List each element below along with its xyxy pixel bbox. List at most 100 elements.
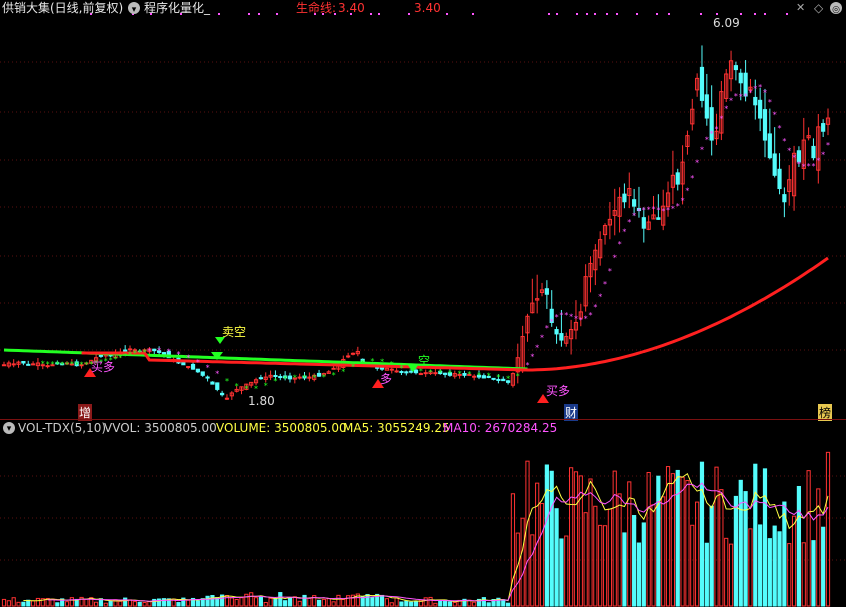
candle-body xyxy=(297,376,302,379)
volume-bar xyxy=(554,508,559,607)
star-point: * xyxy=(525,361,529,370)
star-point: * xyxy=(715,125,719,134)
star-point: * xyxy=(196,358,200,367)
volume-bar xyxy=(748,528,753,607)
volume-bar xyxy=(229,597,234,607)
star-point: * xyxy=(283,375,287,384)
volume-bar xyxy=(123,597,128,607)
candle-body xyxy=(220,392,225,396)
star-point: * xyxy=(186,354,190,363)
volume-bar xyxy=(273,598,278,607)
candle-body xyxy=(462,373,467,376)
star-point: * xyxy=(55,360,59,369)
candle-body xyxy=(98,354,104,357)
volume-bar xyxy=(234,598,239,607)
candle-body xyxy=(472,375,477,378)
ma5-value: MA5: 3055249.25 xyxy=(343,421,450,435)
volume-bar xyxy=(825,451,831,607)
star-point: * xyxy=(656,206,660,215)
volume-bar xyxy=(137,601,142,607)
volume-bar xyxy=(447,601,453,607)
candle-body xyxy=(123,349,128,352)
volume-bar xyxy=(69,597,74,607)
volume-bar xyxy=(724,537,729,607)
volume-bar xyxy=(132,601,137,607)
candle-body xyxy=(331,367,336,370)
star-point: * xyxy=(264,381,268,390)
volume-bar xyxy=(733,495,739,607)
stock-title[interactable]: 供销大集(日线,前复权) xyxy=(2,0,123,16)
volume-indicator-name[interactable]: VOL-TDX(5,10) xyxy=(18,421,106,435)
volume-bar xyxy=(656,475,661,607)
star-point: * xyxy=(254,385,258,394)
close-icon[interactable]: ✕ xyxy=(796,0,805,16)
star-point: * xyxy=(341,368,345,377)
candle-body xyxy=(1,364,7,367)
volume-dropdown-chevron-icon[interactable]: ▾ xyxy=(3,422,15,434)
volume-bar xyxy=(103,602,108,607)
star-point: * xyxy=(802,163,806,172)
star-point: * xyxy=(763,89,767,98)
volume-bar xyxy=(685,480,690,607)
volume-bar xyxy=(602,525,608,607)
star-point: * xyxy=(700,145,704,154)
star-point: * xyxy=(530,353,534,362)
star-point: * xyxy=(128,350,132,359)
star-point: * xyxy=(724,105,728,114)
candle-body xyxy=(704,94,709,119)
volume-bar xyxy=(738,479,743,607)
volume-bar xyxy=(360,596,365,607)
volume-bar xyxy=(767,538,772,607)
star-point: * xyxy=(782,137,786,146)
lifeline-value-2: 3.40 xyxy=(414,1,441,15)
nav-diamond-icon[interactable]: ◇ xyxy=(814,0,823,16)
buy-long-label-3: 买多 xyxy=(546,384,571,398)
star-point: * xyxy=(695,159,699,168)
volume-bar xyxy=(753,463,758,607)
volume-bar xyxy=(263,602,268,607)
star-point: * xyxy=(206,363,210,372)
volume-bar xyxy=(505,602,511,607)
volume-bar xyxy=(762,468,768,607)
star-point: * xyxy=(332,371,336,380)
candle-body xyxy=(161,352,167,355)
star-point: * xyxy=(84,360,88,369)
settings-circle-icon[interactable]: ◎ xyxy=(830,2,842,15)
volume-chart[interactable] xyxy=(0,436,846,607)
lifeline-label: 生命线: xyxy=(296,1,337,15)
volume-bar xyxy=(632,515,637,607)
volume-bar xyxy=(258,595,263,607)
volume-bar xyxy=(249,592,254,607)
candle-body xyxy=(758,99,763,119)
star-point: * xyxy=(797,160,801,169)
candle-body xyxy=(26,363,31,366)
volume-bar xyxy=(186,599,191,607)
volume-bar xyxy=(278,592,283,607)
candle-body xyxy=(316,372,322,377)
volume-bar xyxy=(787,543,792,607)
volume-bar xyxy=(239,597,244,607)
star-point: * xyxy=(448,369,452,378)
star-point: * xyxy=(729,96,733,105)
star-point: * xyxy=(390,360,394,369)
volume-bar xyxy=(423,597,428,607)
star-point: * xyxy=(458,370,462,379)
candle-body xyxy=(21,361,26,364)
low-price-label: 1.80 xyxy=(248,394,275,408)
formula-name[interactable]: 程序化量化_ xyxy=(144,0,210,16)
candle-body xyxy=(404,371,409,374)
volume-bar xyxy=(292,596,297,607)
star-point: * xyxy=(555,313,559,322)
candle-body xyxy=(152,348,157,352)
volume-bar xyxy=(607,508,612,607)
star-point: * xyxy=(550,317,554,326)
candle-body xyxy=(413,369,419,374)
volume-bar xyxy=(224,595,230,607)
lifeline-curve xyxy=(81,256,829,372)
star-point: * xyxy=(705,136,709,145)
dropdown-chevron-icon[interactable]: ▾ xyxy=(128,2,140,15)
volume-bar xyxy=(11,597,16,607)
volume-bar xyxy=(588,478,593,607)
volume-bar xyxy=(370,596,375,607)
candle-body xyxy=(501,378,506,382)
